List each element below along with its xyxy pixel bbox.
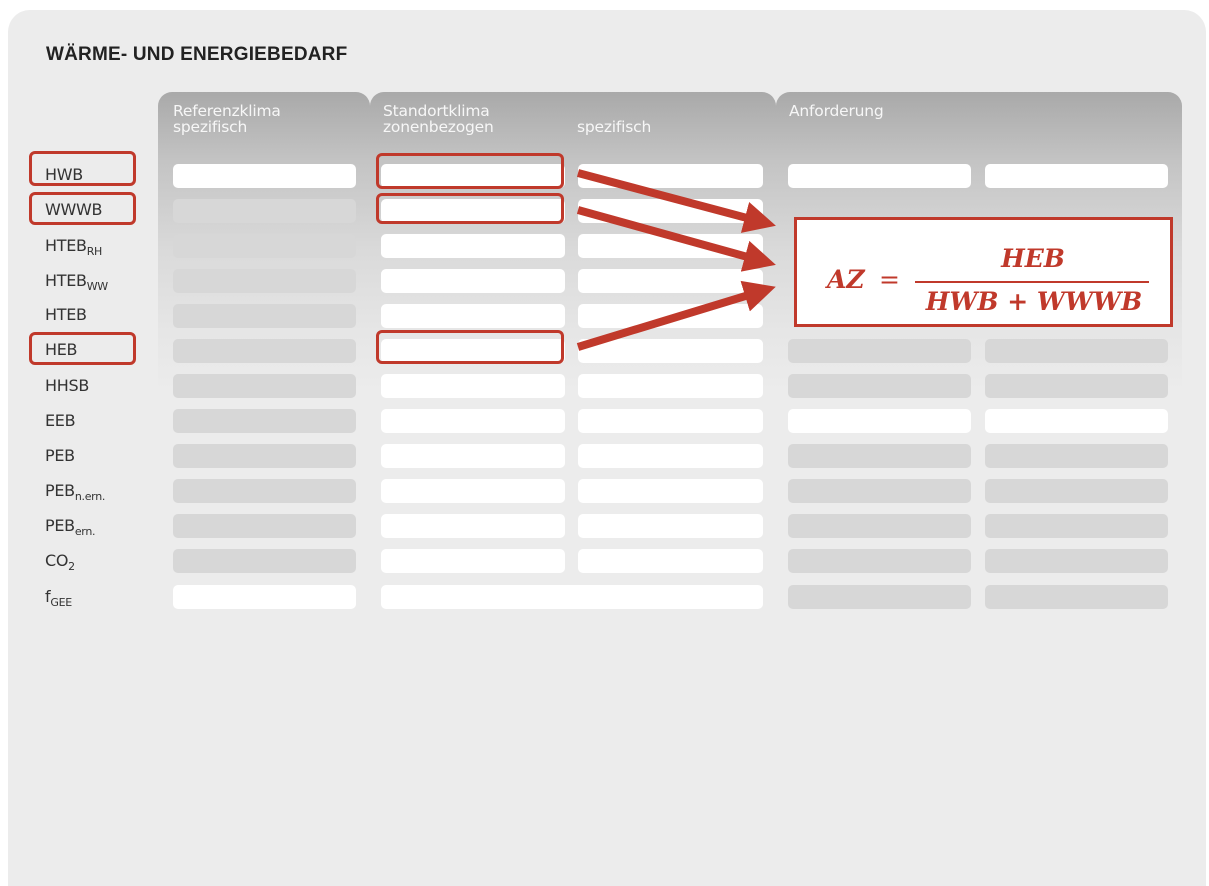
formula-denominator: HWB + WWWB [925, 287, 1143, 316]
formula-numerator: HEB [1001, 244, 1065, 273]
formula-lhs: AZ [827, 265, 865, 294]
arrows-layer [576, 169, 776, 351]
formula-fraction-bar [915, 281, 1149, 283]
arrow-heb [576, 280, 776, 351]
formula-equals: = [879, 265, 900, 294]
formula-box: AZ = HEB HWB + WWWB [794, 217, 1173, 327]
